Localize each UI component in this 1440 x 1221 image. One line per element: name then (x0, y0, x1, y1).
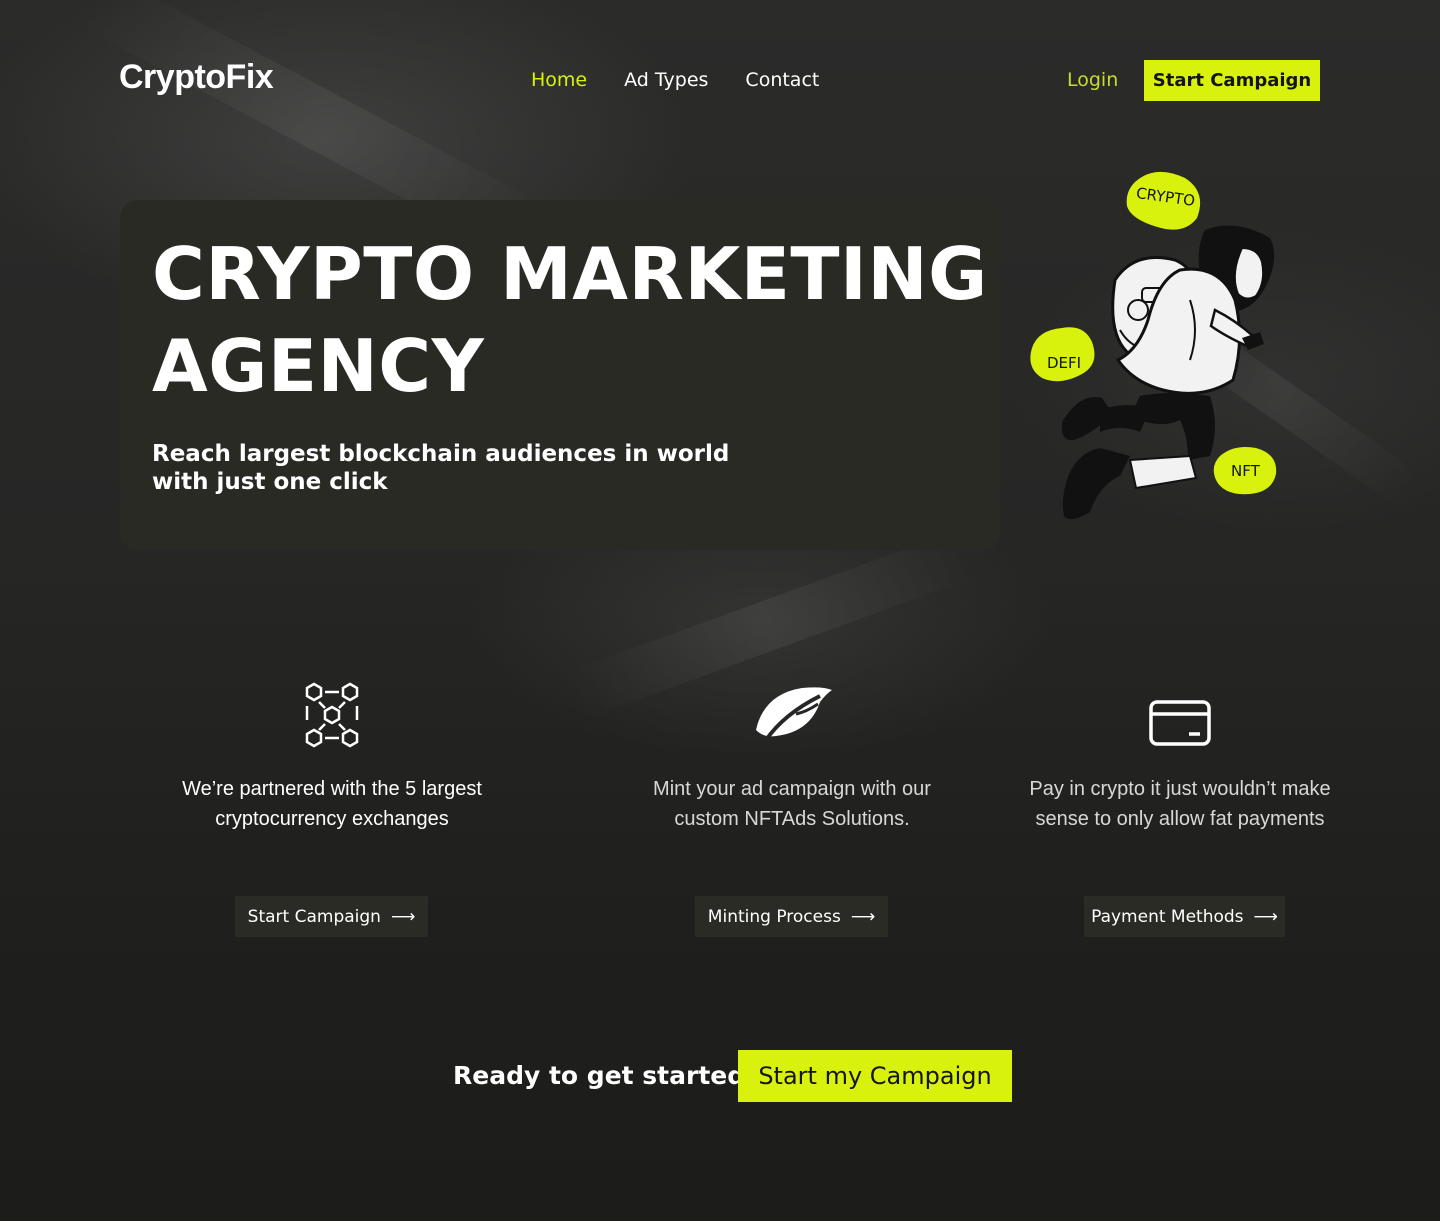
feature-minting: Mint your ad campaign with our custom NF… (622, 680, 962, 834)
arrow-right-icon: ⟶ (1253, 906, 1278, 927)
nav-item-contact[interactable]: Contact (745, 69, 819, 91)
logo[interactable]: CryptoFix (119, 58, 274, 97)
arrow-right-icon: ⟶ (850, 906, 876, 927)
feature-text: Mint your ad campaign with our custom NF… (653, 778, 931, 830)
nav-item-ad-types[interactable]: Ad Types (624, 69, 708, 91)
button-label: Minting Process (707, 906, 841, 927)
start-campaign-button[interactable]: Start Campaign (1144, 60, 1320, 101)
nav-item-home[interactable]: Home (531, 69, 587, 91)
cta-text: Ready to get started? (453, 1061, 760, 1090)
tag-label-nft: NFT (1231, 462, 1260, 480)
button-label: Start Campaign (247, 906, 381, 927)
hero-title-line: AGENCY (152, 324, 485, 408)
feature-text: Pay in crypto it just wouldn’t make sens… (1029, 778, 1331, 830)
button-label: Payment Methods (1091, 906, 1244, 927)
main-nav: Home Ad Types Contact (531, 69, 819, 91)
leaf-icon (756, 687, 832, 742)
feature-text: We’re partnered with the 5 largest crypt… (182, 778, 482, 830)
feature-partners: We’re partnered with the 5 largest crypt… (162, 680, 502, 834)
hero-title: CRYPTO MARKETING AGENCY (152, 228, 992, 412)
start-my-campaign-button[interactable]: Start my Campaign (738, 1050, 1012, 1102)
arrow-right-icon: ⟶ (390, 906, 416, 927)
login-link[interactable]: Login (1067, 69, 1118, 91)
payment-methods-button[interactable]: Payment Methods ⟶ (1084, 896, 1285, 937)
tag-label-defi: DEFI (1047, 354, 1082, 372)
hero-title-line: CRYPTO MARKETING (152, 232, 988, 316)
hero-illustration: CRYPTO DEFI NFT (1020, 160, 1310, 550)
hero-subtitle: Reach largest blockchain audiences in wo… (152, 441, 730, 495)
start-campaign-feature-button[interactable]: Start Campaign ⟶ (235, 896, 428, 937)
credit-card-icon (1149, 700, 1211, 746)
hero-card: CRYPTO MARKETING AGENCY Reach largest bl… (120, 200, 1000, 550)
blockchain-network-icon (305, 682, 359, 748)
feature-payments: Pay in crypto it just wouldn’t make sens… (1010, 680, 1350, 834)
minting-process-button[interactable]: Minting Process ⟶ (695, 896, 888, 937)
